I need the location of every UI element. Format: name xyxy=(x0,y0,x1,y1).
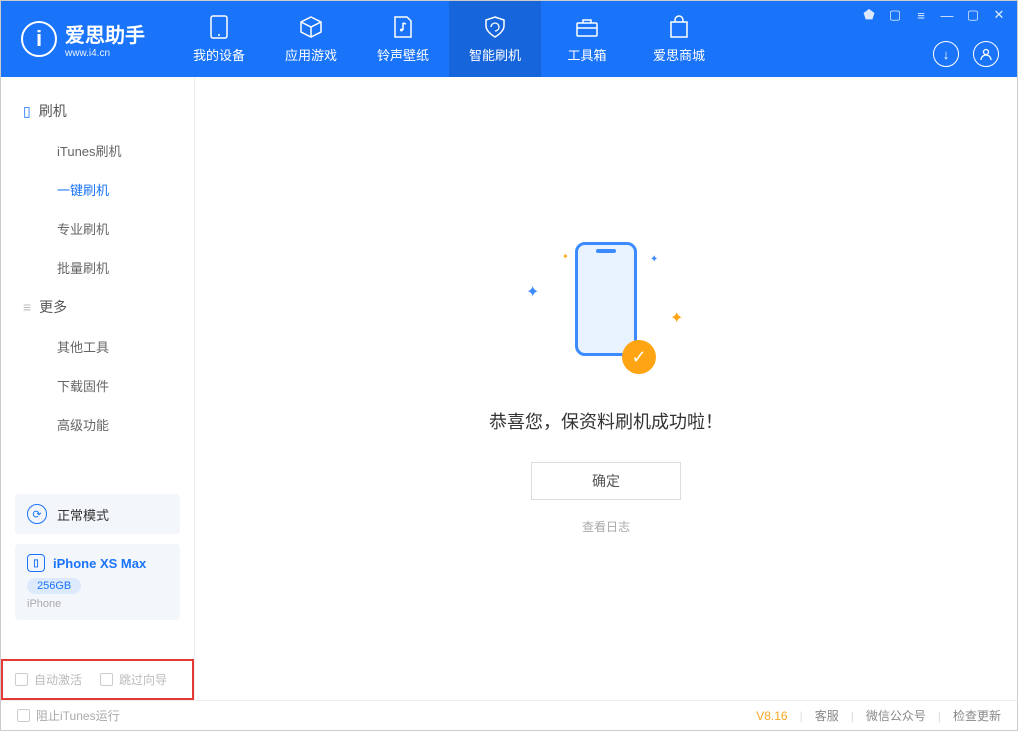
mode-icon: ⟳ xyxy=(27,504,47,524)
sparkle-icon: ✦ xyxy=(650,254,658,262)
menu-icon[interactable]: ≡ xyxy=(913,7,929,23)
main-content: ✦ ✦ ✦ ✦ ✓ 恭喜您，保资料刷机成功啦！ 确定 查看日志 xyxy=(195,77,1017,700)
cube-icon xyxy=(297,15,325,39)
phone-icon: ▯ xyxy=(23,103,31,120)
music-file-icon xyxy=(389,15,417,39)
maximize-button[interactable]: ▢ xyxy=(965,7,981,23)
nav-smart-flash[interactable]: 智能刷机 xyxy=(449,1,541,77)
main-nav: 我的设备 应用游戏 铃声壁纸 智能刷机 工具箱 爱思商城 xyxy=(173,1,725,77)
sidebar-item-download-firmware[interactable]: 下载固件 xyxy=(1,366,194,405)
lock-icon[interactable]: ▢ xyxy=(887,7,903,23)
device-name: iPhone XS Max xyxy=(53,556,146,571)
close-button[interactable]: ✕ xyxy=(991,7,1007,23)
checkbox-label: 跳过向导 xyxy=(119,671,167,688)
section-title: 刷机 xyxy=(39,101,67,121)
sparkle-icon: ✦ xyxy=(562,252,570,260)
separator: | xyxy=(800,709,803,723)
device-icon xyxy=(205,15,233,39)
storage-badge: 256GB xyxy=(27,578,81,594)
wechat-link[interactable]: 微信公众号 xyxy=(866,707,926,724)
download-button[interactable]: ↓ xyxy=(933,41,959,67)
section-more: ≡ 更多 xyxy=(1,287,194,327)
checkbox-label: 自动激活 xyxy=(34,671,82,688)
sidebar-item-batch-flash[interactable]: 批量刷机 xyxy=(1,248,194,287)
nav-toolbox[interactable]: 工具箱 xyxy=(541,1,633,77)
sidebar-item-advanced[interactable]: 高级功能 xyxy=(1,405,194,444)
checkbox-icon xyxy=(17,709,30,722)
app-name: 爱思助手 xyxy=(65,19,145,48)
checkbox-label: 阻止iTunes运行 xyxy=(36,707,120,724)
nav-label: 我的设备 xyxy=(193,45,245,64)
checkbox-auto-activate[interactable]: 自动激活 xyxy=(15,671,82,688)
update-link[interactable]: 检查更新 xyxy=(953,707,1001,724)
footer: 阻止iTunes运行 V8.16 | 客服 | 微信公众号 | 检查更新 xyxy=(1,700,1017,730)
sparkle-icon: ✦ xyxy=(670,308,678,316)
sidebar-item-onekey-flash[interactable]: 一键刷机 xyxy=(1,170,194,209)
success-message: 恭喜您，保资料刷机成功啦！ xyxy=(489,408,723,434)
mode-label: 正常模式 xyxy=(57,505,109,524)
separator: | xyxy=(938,709,941,723)
nav-label: 智能刷机 xyxy=(469,45,521,64)
app-logo: i 爱思助手 www.i4.cn xyxy=(1,19,165,59)
sparkle-icon: ✦ xyxy=(526,282,534,290)
sidebar-item-pro-flash[interactable]: 专业刷机 xyxy=(1,209,194,248)
nav-ringtone-wallpaper[interactable]: 铃声壁纸 xyxy=(357,1,449,77)
support-link[interactable]: 客服 xyxy=(815,707,839,724)
bottom-options: 自动激活 跳过向导 xyxy=(1,659,194,700)
checkbox-block-itunes[interactable]: 阻止iTunes运行 xyxy=(17,707,120,724)
section-title: 更多 xyxy=(39,297,67,317)
device-small-icon: ▯ xyxy=(27,554,45,572)
user-button[interactable] xyxy=(973,41,999,67)
view-log-link[interactable]: 查看日志 xyxy=(582,518,630,535)
section-flash: ▯ 刷机 xyxy=(1,91,194,131)
nav-my-device[interactable]: 我的设备 xyxy=(173,1,265,77)
device-type: iPhone xyxy=(27,598,168,610)
nav-store[interactable]: 爱思商城 xyxy=(633,1,725,77)
device-box[interactable]: ▯ iPhone XS Max 256GB iPhone xyxy=(15,544,180,620)
success-illustration: ✦ ✦ ✦ ✦ ✓ xyxy=(506,242,706,382)
version-label: V8.16 xyxy=(756,709,787,723)
logo-icon: i xyxy=(21,21,57,57)
checkbox-icon xyxy=(15,673,28,686)
nav-label: 铃声壁纸 xyxy=(377,45,429,64)
checkbox-skip-guide[interactable]: 跳过向导 xyxy=(100,671,167,688)
toolbox-icon xyxy=(573,15,601,39)
minimize-button[interactable]: — xyxy=(939,7,955,23)
mode-box[interactable]: ⟳ 正常模式 xyxy=(15,494,180,534)
refresh-shield-icon xyxy=(481,15,509,39)
sidebar-item-other-tools[interactable]: 其他工具 xyxy=(1,327,194,366)
sidebar-item-itunes-flash[interactable]: iTunes刷机 xyxy=(1,131,194,170)
shirt-icon[interactable]: ⬟ xyxy=(861,7,877,23)
nav-label: 应用游戏 xyxy=(285,45,337,64)
checkbox-icon xyxy=(100,673,113,686)
check-icon: ✓ xyxy=(622,340,656,374)
nav-label: 工具箱 xyxy=(567,45,606,64)
app-url: www.i4.cn xyxy=(65,48,145,59)
header-actions: ↓ xyxy=(933,41,999,67)
nav-label: 爱思商城 xyxy=(653,45,705,64)
bag-icon xyxy=(665,15,693,39)
nav-apps-games[interactable]: 应用游戏 xyxy=(265,1,357,77)
sidebar: ▯ 刷机 iTunes刷机 一键刷机 专业刷机 批量刷机 ≡ 更多 其他工具 下… xyxy=(1,77,195,700)
phone-illustration xyxy=(575,242,637,356)
titlebar-controls: ⬟ ▢ ≡ — ▢ ✕ xyxy=(861,7,1007,23)
ok-button[interactable]: 确定 xyxy=(531,462,681,500)
list-icon: ≡ xyxy=(23,299,31,315)
header: i 爱思助手 www.i4.cn 我的设备 应用游戏 铃声壁纸 智能刷机 工具箱 xyxy=(1,1,1017,77)
separator: | xyxy=(851,709,854,723)
